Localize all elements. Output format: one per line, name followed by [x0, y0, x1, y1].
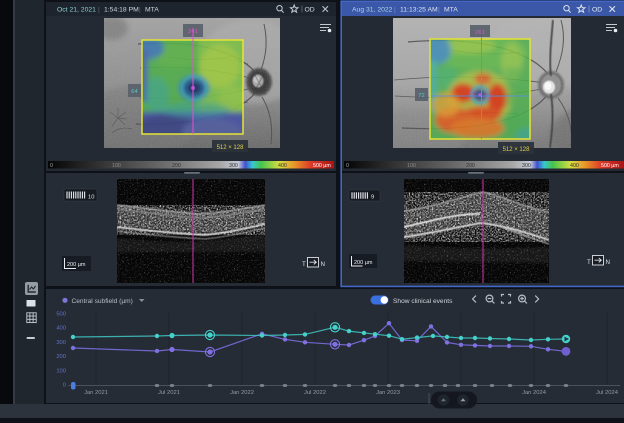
svg-text:200 µm: 200 µm — [67, 262, 86, 268]
svg-text:Jan 2024: Jan 2024 — [522, 390, 547, 396]
svg-text:64: 64 — [131, 89, 138, 95]
svg-text:0: 0 — [50, 163, 53, 169]
svg-text:72: 72 — [418, 93, 424, 99]
svg-text:11:13:25 AM: 11:13:25 AM — [400, 6, 438, 13]
svg-text:512 × 128: 512 × 128 — [217, 145, 245, 151]
svg-text:400: 400 — [56, 326, 66, 332]
svg-text:Show clinical events: Show clinical events — [393, 298, 453, 305]
svg-text:|: | — [98, 6, 100, 13]
svg-text:T: T — [587, 259, 591, 266]
svg-text:Jul 2024: Jul 2024 — [596, 390, 619, 396]
svg-text:300: 300 — [522, 163, 531, 169]
svg-text:400: 400 — [278, 163, 287, 169]
svg-text:100: 100 — [56, 368, 66, 374]
svg-text:200: 200 — [466, 163, 475, 169]
svg-text:400: 400 — [570, 163, 579, 169]
svg-text:200 µm: 200 µm — [354, 260, 373, 266]
svg-text:10: 10 — [88, 194, 94, 200]
svg-text:N: N — [321, 261, 325, 268]
svg-text:500 µm: 500 µm — [601, 163, 619, 169]
svg-text:100: 100 — [407, 163, 416, 169]
svg-text:0: 0 — [346, 163, 349, 169]
svg-text:|: | — [139, 6, 141, 13]
svg-text:512 × 128: 512 × 128 — [503, 147, 531, 153]
svg-text:200: 200 — [172, 163, 181, 169]
svg-text:500: 500 — [56, 311, 66, 317]
svg-text:OD: OD — [305, 7, 315, 14]
svg-text:1:54:18 PM: 1:54:18 PM — [104, 6, 139, 13]
svg-text:MTA: MTA — [444, 6, 458, 13]
svg-text:Jan 2021: Jan 2021 — [84, 390, 108, 396]
svg-text:Jul 2021: Jul 2021 — [158, 390, 180, 396]
svg-text:|: | — [438, 6, 440, 13]
svg-text:9: 9 — [371, 195, 374, 201]
svg-text:T: T — [302, 261, 306, 268]
svg-text:Aug 31, 2022: Aug 31, 2022 — [352, 6, 393, 13]
svg-text:MTA: MTA — [145, 6, 159, 13]
svg-text:200: 200 — [56, 354, 66, 360]
svg-text:Jan 2022: Jan 2022 — [230, 390, 254, 396]
svg-text:500 µm: 500 µm — [313, 163, 331, 169]
svg-text:OD: OD — [592, 7, 602, 14]
svg-text:Jul 2022: Jul 2022 — [304, 390, 326, 396]
svg-text:|: | — [394, 6, 396, 13]
svg-text:Oct 21, 2021: Oct 21, 2021 — [57, 6, 96, 13]
svg-text:0: 0 — [63, 383, 66, 389]
svg-text:Central subfield (µm): Central subfield (µm) — [72, 298, 133, 305]
svg-text:261: 261 — [475, 30, 485, 36]
svg-text:100: 100 — [112, 163, 121, 169]
svg-text:300: 300 — [229, 163, 238, 169]
svg-text:Jan 2023: Jan 2023 — [376, 390, 400, 396]
svg-text:N: N — [606, 259, 610, 266]
svg-text:300: 300 — [56, 340, 66, 346]
